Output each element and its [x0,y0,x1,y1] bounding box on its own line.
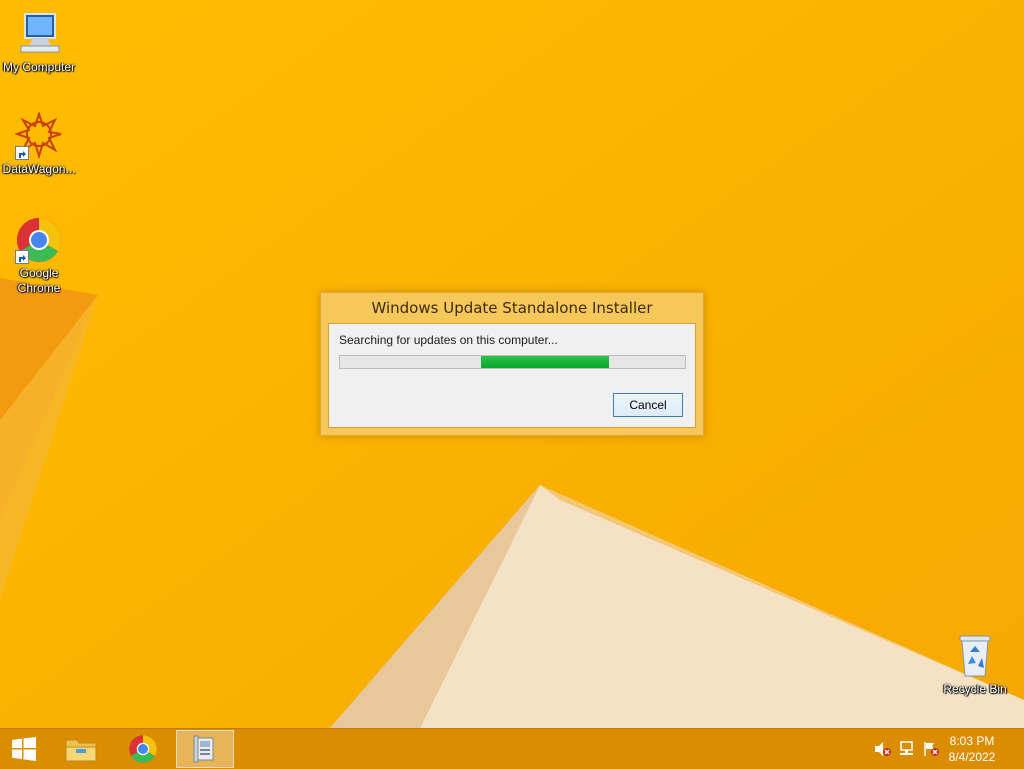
network-icon[interactable] [898,741,916,757]
desktop-icon-label: Google Chrome [17,266,61,295]
desktop-icon-my-computer[interactable]: My Computer [0,10,78,75]
shortcut-arrow-icon [15,146,29,160]
clock-date: 8/4/2022 [948,750,996,764]
taskbar-clock[interactable]: 8:03 PM 8/4/2022 [942,733,1002,765]
taskbar-file-explorer[interactable] [52,730,110,768]
volume-muted-icon[interactable] [874,741,892,757]
clock-time: 8:03 PM [949,734,995,748]
windows-logo-icon [12,737,36,761]
taskbar-chrome[interactable] [114,730,172,768]
update-installer-dialog: Windows Update Standalone Installer Sear… [320,292,704,436]
desktop-icon-label: Recycle Bin [943,682,1007,696]
progress-fill [481,356,610,368]
cancel-button[interactable]: Cancel [613,393,683,417]
dialog-title[interactable]: Windows Update Standalone Installer [321,293,703,323]
action-center-icon[interactable] [922,741,940,757]
desktop-icon-google-chrome[interactable]: Google Chrome [0,216,78,296]
shortcut-arrow-icon [15,250,29,264]
desktop-icon-label: DataWagon... [2,162,76,176]
taskbar-installer[interactable] [176,730,234,768]
progress-bar [339,355,686,369]
chrome-icon [15,216,63,264]
datawagon-icon [13,110,63,160]
dialog-body: Searching for updates on this computer..… [328,323,696,428]
start-button[interactable] [0,730,48,768]
desktop-icon-recycle-bin[interactable]: Recycle Bin [936,632,1014,697]
status-text: Searching for updates on this computer..… [339,333,558,347]
desktop-icon-label: My Computer [2,60,76,74]
chrome-icon [129,735,157,763]
file-explorer-icon [65,739,97,762]
computer-icon [15,10,63,58]
desktop-icon-datawagon[interactable]: DataWagon... [0,110,78,177]
taskbar: 8:03 PM 8/4/2022 [0,728,1024,769]
installer-icon [193,735,214,763]
recycle-bin-icon [951,632,999,680]
